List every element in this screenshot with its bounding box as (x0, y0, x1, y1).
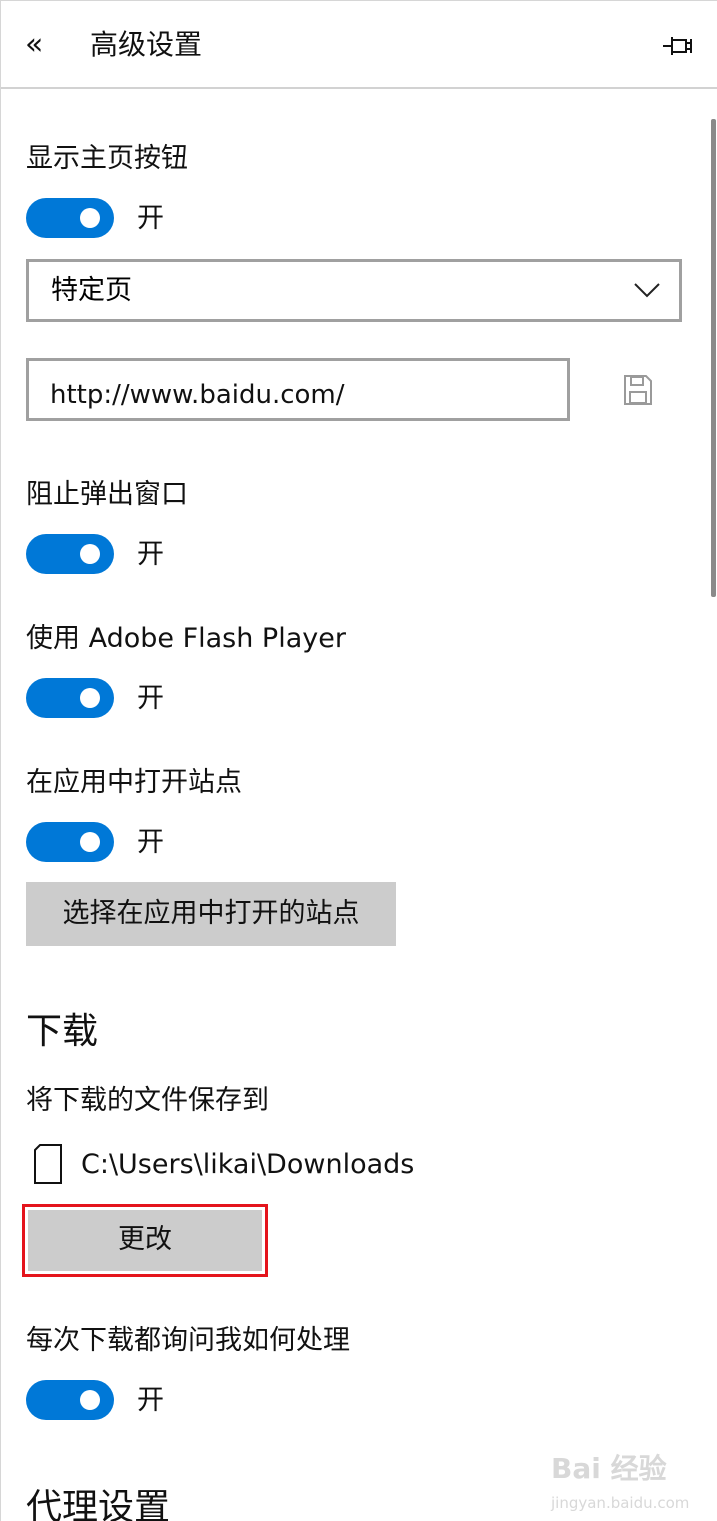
panel-header: « 高级设置 (1, 1, 717, 89)
back-chevron-icon[interactable]: « (25, 25, 69, 69)
proxy-heading: 代理设置 (26, 1487, 171, 1521)
advanced-settings-panel: « 高级设置 显示主页按钮 开 特定页 阻止弹出窗 (0, 0, 717, 1521)
save-downloads-label: 将下载的文件保存到 (26, 1085, 269, 1116)
home-page-select-value: 特定页 (51, 275, 132, 306)
ask-download-toggle[interactable] (26, 1380, 114, 1420)
open-in-app-label: 在应用中打开站点 (26, 767, 242, 798)
chevron-down-icon (634, 283, 660, 298)
watermark-main-text: Bai 经验 (551, 1452, 667, 1485)
pin-icon[interactable] (657, 29, 697, 63)
folder-icon (32, 1144, 64, 1186)
downloads-heading: 下载 (26, 1011, 99, 1052)
choose-apps-sites-button[interactable]: 选择在应用中打开的站点 (26, 882, 396, 946)
toggle-knob (80, 832, 100, 852)
flash-label: 使用 Adobe Flash Player (26, 623, 346, 654)
home-button-toggle-state: 开 (137, 203, 164, 234)
open-in-app-toggle-state: 开 (137, 827, 164, 858)
baidu-jingyan-watermark: Bai 经验 jingyan.baidu.com (549, 1449, 699, 1515)
flash-toggle-state: 开 (137, 683, 164, 714)
change-download-folder-button[interactable]: 更改 (28, 1210, 262, 1271)
watermark-sub-text: jingyan.baidu.com (551, 1494, 690, 1512)
toggle-knob (80, 544, 100, 564)
page-title: 高级设置 (90, 28, 203, 61)
toggle-knob (80, 1390, 100, 1410)
flash-toggle[interactable] (26, 678, 114, 718)
open-in-app-toggle[interactable] (26, 822, 114, 862)
ask-download-label: 每次下载都询问我如何处理 (26, 1325, 350, 1356)
ask-download-toggle-state: 开 (137, 1385, 164, 1416)
home-button-label: 显示主页按钮 (26, 143, 188, 174)
home-button-toggle[interactable] (26, 198, 114, 238)
home-page-select[interactable]: 特定页 (26, 259, 682, 322)
block-popups-label: 阻止弹出窗口 (26, 479, 188, 510)
home-url-input[interactable] (26, 358, 570, 421)
block-popups-toggle-state: 开 (137, 539, 164, 570)
download-path: C:\Users\likai\Downloads (81, 1149, 415, 1180)
toggle-knob (80, 208, 100, 228)
scrollbar-thumb[interactable] (711, 119, 716, 597)
save-icon[interactable] (623, 374, 653, 406)
block-popups-toggle[interactable] (26, 534, 114, 574)
toggle-knob (80, 688, 100, 708)
